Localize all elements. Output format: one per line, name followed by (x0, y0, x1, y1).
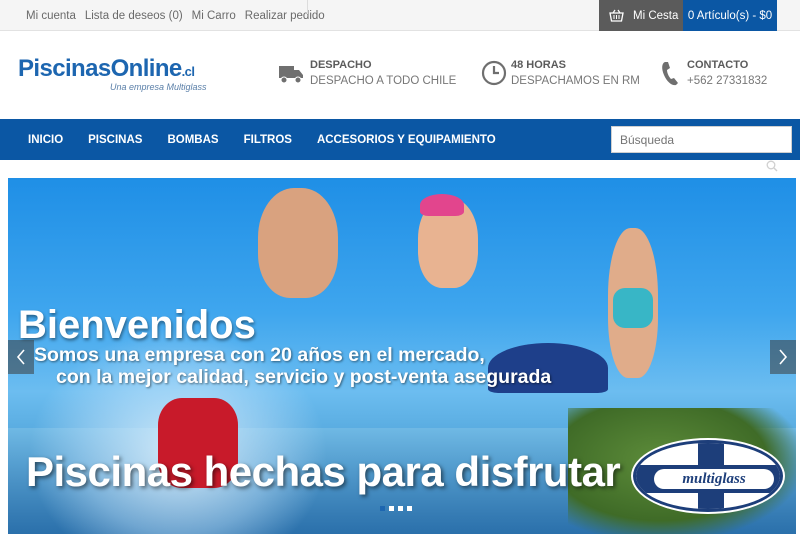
nav-item-filtros[interactable]: FILTROS (244, 134, 292, 146)
account-links: Mi cuenta Lista de deseos (0) Mi Carro R… (26, 0, 334, 31)
divider (307, 0, 308, 14)
slider-dot[interactable] (389, 506, 394, 511)
search-input[interactable] (611, 126, 792, 153)
child-image (258, 188, 338, 298)
hero-subtitle-line2: con la mejor calidad, servicio y post-ve… (56, 366, 552, 388)
hero-headline: Piscinas hechas para disfrutar (26, 448, 621, 495)
nav-item-inicio[interactable]: INICIO (28, 134, 63, 146)
basket-icon (609, 9, 624, 22)
shipping-time-subtitle: DESPACHAMOS EN RM (511, 75, 640, 87)
slider-next-button[interactable] (770, 340, 796, 374)
multiglass-logo: multiglass (633, 440, 783, 512)
cart-summary-button[interactable]: 0 Artículo(s) - $0 (683, 0, 777, 31)
slider-dots (380, 506, 416, 511)
hero-subtitle-line1: Somos una empresa con 20 años en el merc… (34, 344, 485, 366)
slider-dot[interactable] (407, 506, 412, 511)
shipping-time-info: 48 HORAS DESPACHAMOS EN RM (511, 59, 640, 91)
hero-slider[interactable]: Bienvenidos Somos una empresa con 20 año… (8, 178, 796, 534)
slider-prev-button[interactable] (8, 340, 34, 374)
contact-phone[interactable]: +562 27331832 (687, 75, 767, 87)
contact-title: CONTACTO (687, 59, 749, 71)
delivery-info: DESPACHO DESPACHO A TODO CHILE (310, 59, 456, 91)
logo-tagline: Una empresa Multiglass (110, 82, 207, 92)
cart-label: Mi Cesta (633, 9, 679, 22)
cart-button[interactable]: Mi Cesta (599, 0, 683, 31)
hero-welcome-title: Bienvenidos (18, 303, 256, 347)
slider-dot[interactable] (380, 506, 385, 511)
truck-icon (279, 66, 303, 84)
clock-icon (481, 60, 507, 86)
swim-cap-image (420, 194, 464, 216)
delivery-subtitle: DESPACHO A TODO CHILE (310, 75, 457, 87)
nav-item-bombas[interactable]: BOMBAS (167, 134, 218, 146)
logo-suffix: .cl (181, 64, 195, 79)
contact-info: CONTACTO +562 27331832 (687, 59, 767, 91)
checkout-link[interactable]: Realizar pedido (245, 10, 325, 22)
multiglass-logo-text: multiglass (654, 469, 774, 489)
site-logo[interactable]: PiscinasOnline.cl Una empresa Multiglass (18, 55, 208, 95)
search-icon[interactable] (766, 160, 778, 172)
my-account-link[interactable]: Mi cuenta (26, 10, 76, 22)
nav-item-piscinas[interactable]: PISCINAS (88, 134, 142, 146)
top-bar: Mi cuenta Lista de deseos (0) Mi Carro R… (0, 0, 800, 31)
phone-icon (662, 62, 678, 86)
nav-item-accesorios[interactable]: ACCESORIOS Y EQUIPAMIENTO (317, 134, 496, 146)
chevron-right-icon (779, 349, 788, 365)
wishlist-link[interactable]: Lista de deseos (0) (85, 10, 183, 22)
delivery-title: DESPACHO (310, 59, 372, 71)
chevron-left-icon (16, 349, 25, 365)
swimsuit-image (613, 288, 653, 328)
logo-main-text: PiscinasOnline (18, 55, 182, 82)
slider-dot[interactable] (398, 506, 403, 511)
my-cart-link[interactable]: Mi Carro (192, 10, 236, 22)
shipping-time-title: 48 HORAS (511, 59, 567, 71)
